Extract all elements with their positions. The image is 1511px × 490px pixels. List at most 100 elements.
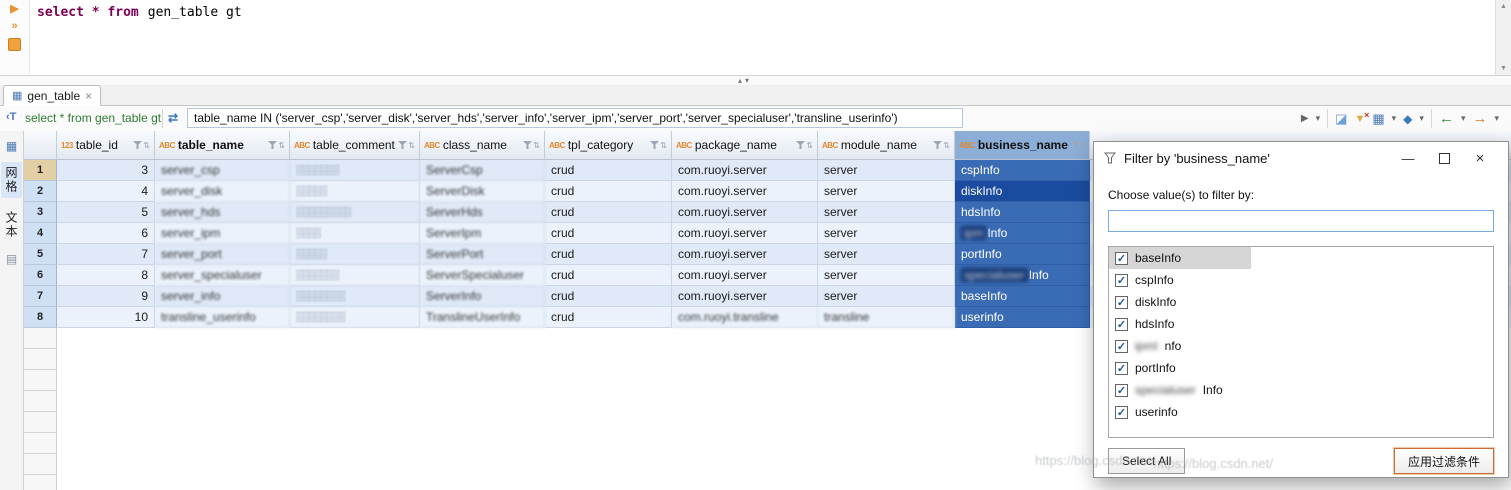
cell-business_name[interactable]: userinfo xyxy=(955,307,1090,328)
column-filter-icon[interactable]: ⇅ xyxy=(398,141,415,150)
source-query-text[interactable]: select * from gen_table gt xyxy=(25,111,161,125)
empty-row-number[interactable] xyxy=(24,328,57,349)
cell-module_name[interactable]: server xyxy=(818,265,955,286)
nav-forward-caret[interactable]: ▾ xyxy=(1494,113,1499,124)
cell-table_id[interactable]: 3 xyxy=(57,160,155,181)
cell-tpl_category[interactable]: crud xyxy=(545,223,672,244)
filter-list-item[interactable]: ✓ specialuser Info xyxy=(1109,379,1493,401)
column-header-package_name[interactable]: ABC package_name ⇅ xyxy=(672,131,818,159)
cell-table_comment[interactable]: ▒▒▒▒▒▒▒ xyxy=(290,160,420,181)
column-header-table_comment[interactable]: ABC table_comment ⇅ xyxy=(290,131,420,159)
checkbox[interactable]: ✓ xyxy=(1115,295,1128,309)
remove-filter-button[interactable]: ▼ × xyxy=(1354,110,1369,125)
cell-table_comment[interactable]: ▒▒▒▒▒ xyxy=(290,244,420,265)
checkbox[interactable]: ✓ xyxy=(1115,339,1128,353)
cell-table_id[interactable]: 4 xyxy=(57,181,155,202)
column-sort-icon[interactable]: ⇅ xyxy=(533,141,540,150)
nav-back-caret[interactable]: ▾ xyxy=(1461,113,1466,124)
cell-tpl_category[interactable]: crud xyxy=(545,286,672,307)
empty-row-number[interactable] xyxy=(24,475,57,490)
column-filter-icon[interactable]: ⇅ xyxy=(650,141,667,150)
cell-package_name[interactable]: com.ruoyi.server xyxy=(672,286,818,307)
empty-row-number[interactable] xyxy=(24,391,57,412)
column-header-table_name[interactable]: ABC table_name ⇅ xyxy=(155,131,290,159)
filter-list-item[interactable]: ✓ userinfo xyxy=(1109,401,1493,423)
filter-list-item[interactable]: ✓ cspInfo xyxy=(1109,269,1493,291)
column-sort-icon[interactable]: ⇅ xyxy=(1081,141,1088,150)
cell-table_comment[interactable]: ▒▒▒▒▒▒▒ xyxy=(290,265,420,286)
text-view-icon[interactable]: ▤ xyxy=(6,252,17,266)
editor-results-sash[interactable]: ▴▾ xyxy=(0,76,1511,85)
cell-table_id[interactable]: 9 xyxy=(57,286,155,307)
row-number[interactable]: 7 xyxy=(24,286,57,307)
cell-module_name[interactable]: transline xyxy=(818,307,955,328)
cell-table_name[interactable]: server_ipm xyxy=(155,223,290,244)
nav-back-button[interactable]: ← xyxy=(1439,110,1454,127)
row-number[interactable]: 6 xyxy=(24,265,57,286)
cell-tpl_category[interactable]: crud xyxy=(545,202,672,223)
column-filter-icon[interactable]: ⇅ xyxy=(1070,141,1088,150)
grid-options-caret[interactable]: ▾ xyxy=(1392,113,1397,124)
cell-class_name[interactable]: ServerDisk xyxy=(420,181,545,202)
empty-row-number[interactable] xyxy=(24,349,57,370)
column-filter-icon[interactable]: ⇅ xyxy=(523,141,540,150)
empty-row-number[interactable] xyxy=(24,370,57,391)
filter-list-item[interactable]: ✓ baseInfo xyxy=(1109,247,1493,269)
column-filter-icon[interactable]: ⇅ xyxy=(133,141,150,150)
column-sort-icon[interactable]: ⇅ xyxy=(278,141,285,150)
checkbox[interactable]: ✓ xyxy=(1115,251,1128,265)
empty-row-number[interactable] xyxy=(24,412,57,433)
cell-tpl_category[interactable]: crud xyxy=(545,307,672,328)
filter-list-item[interactable]: ✓ diskInfo xyxy=(1109,291,1493,313)
cell-table_id[interactable]: 7 xyxy=(57,244,155,265)
row-number[interactable]: 1 xyxy=(24,160,57,181)
checkbox[interactable]: ✓ xyxy=(1115,273,1128,287)
cell-table_name[interactable]: server_port xyxy=(155,244,290,265)
cell-business_name[interactable]: baseInfo xyxy=(955,286,1090,307)
cell-table_id[interactable]: 5 xyxy=(57,202,155,223)
cell-module_name[interactable]: server xyxy=(818,286,955,307)
scroll-down-icon[interactable]: ▼ xyxy=(1496,65,1511,72)
run-filter-button[interactable]: ▶ xyxy=(1301,113,1309,124)
column-sort-icon[interactable]: ⇅ xyxy=(806,141,813,150)
cell-table_name[interactable]: server_disk xyxy=(155,181,290,202)
filter-swap-icon[interactable]: ⇄ xyxy=(168,111,178,125)
column-header-class_name[interactable]: ABC class_name ⇅ xyxy=(420,131,545,159)
panels-caret[interactable]: ▾ xyxy=(1419,113,1424,124)
cell-class_name[interactable]: ServerCsp xyxy=(420,160,545,181)
cell-table_comment[interactable]: ▒▒▒▒▒▒▒▒▒ xyxy=(290,202,420,223)
cell-module_name[interactable]: server xyxy=(818,160,955,181)
cell-class_name[interactable]: ServerPort xyxy=(420,244,545,265)
cell-package_name[interactable]: com.ruoyi.server xyxy=(672,202,818,223)
cell-table_name[interactable]: server_hds xyxy=(155,202,290,223)
cell-package_name[interactable]: com.ruoyi.server xyxy=(672,160,818,181)
empty-row-number[interactable] xyxy=(24,433,57,454)
minimize-button[interactable]: — xyxy=(1390,144,1426,172)
column-sort-icon[interactable]: ⇅ xyxy=(660,141,667,150)
column-sort-icon[interactable]: ⇅ xyxy=(408,141,415,150)
cell-table_id[interactable]: 10 xyxy=(57,307,155,328)
apply-filter-button[interactable]: 应用过滤条件 xyxy=(1393,448,1494,474)
checkbox[interactable]: ✓ xyxy=(1115,361,1128,375)
filter-expression-input[interactable] xyxy=(187,108,963,128)
cell-class_name[interactable]: ServerSpecialuser xyxy=(420,265,545,286)
filter-value-input[interactable] xyxy=(1108,210,1494,232)
cell-class_name[interactable]: ServerIpm xyxy=(420,223,545,244)
column-sort-icon[interactable]: ⇅ xyxy=(143,141,150,150)
row-number[interactable]: 4 xyxy=(24,223,57,244)
cell-tpl_category[interactable]: crud xyxy=(545,244,672,265)
cell-package_name[interactable]: com.ruoyi.server xyxy=(672,181,818,202)
select-all-button[interactable]: Select All xyxy=(1108,448,1186,474)
column-header-tpl_category[interactable]: ABC tpl_category ⇅ xyxy=(545,131,672,159)
cell-table_comment[interactable]: ▒▒▒▒▒▒▒▒ xyxy=(290,307,420,328)
cell-module_name[interactable]: server xyxy=(818,223,955,244)
filter-options-caret[interactable]: ▾ xyxy=(1316,113,1321,124)
cell-business_name[interactable]: specialuser Info xyxy=(955,265,1090,286)
checkbox[interactable]: ✓ xyxy=(1115,317,1128,331)
execute-script-icon[interactable]: » xyxy=(11,21,17,32)
cell-business_name[interactable]: diskInfo xyxy=(955,181,1090,202)
column-sort-icon[interactable]: ⇅ xyxy=(943,141,950,150)
cell-table_comment[interactable]: ▒▒▒▒▒▒▒▒ xyxy=(290,286,420,307)
editor-scrollbar[interactable]: ▲ ▼ xyxy=(1495,0,1511,75)
cell-module_name[interactable]: server xyxy=(818,202,955,223)
